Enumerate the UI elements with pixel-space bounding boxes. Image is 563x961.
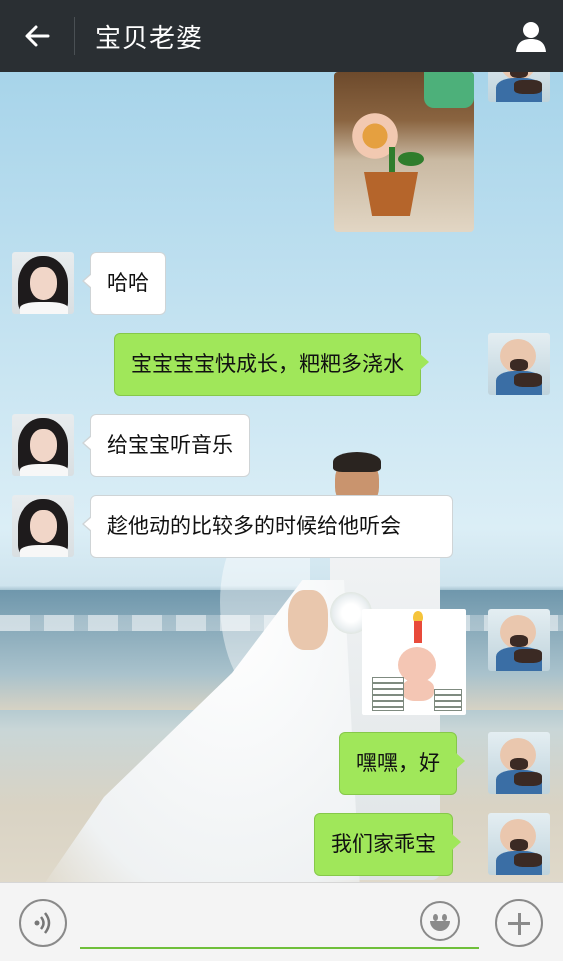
message-bubble[interactable]: 我们家乖宝 xyxy=(314,813,461,876)
message-bubble[interactable]: 趁他动的比较多的时候给他听会 xyxy=(82,495,453,558)
avatar[interactable] xyxy=(488,732,550,794)
book-stack-icon xyxy=(372,677,404,711)
message-photo[interactable] xyxy=(334,72,474,232)
chat-header: 宝贝老婆 xyxy=(0,0,563,72)
candle xyxy=(414,621,422,643)
avatar[interactable] xyxy=(488,813,550,875)
avatar[interactable] xyxy=(12,252,74,314)
person-icon xyxy=(516,22,546,52)
avatar[interactable] xyxy=(488,609,550,671)
back-button[interactable] xyxy=(0,0,74,72)
flower-head xyxy=(346,107,404,165)
avatar[interactable] xyxy=(12,495,74,557)
wallpaper-groom-hair xyxy=(333,452,381,472)
plus-button[interactable] xyxy=(495,899,543,947)
profile-button[interactable] xyxy=(499,0,563,72)
message-sticker[interactable] xyxy=(362,609,466,715)
book-stack-icon xyxy=(434,689,462,711)
header-divider xyxy=(74,17,75,55)
message-bubble[interactable]: 哈哈 xyxy=(82,252,166,315)
voice-button[interactable] xyxy=(19,899,67,947)
chat-wallpaper xyxy=(0,0,563,960)
wallpaper-bride-arm xyxy=(288,590,328,650)
avatar[interactable] xyxy=(12,414,74,476)
emoji-button[interactable] xyxy=(420,901,460,941)
watering-can xyxy=(424,72,474,108)
message-bubble[interactable]: 嘿嘿，好 xyxy=(339,732,465,795)
chat-title: 宝贝老婆 xyxy=(95,23,204,54)
message-bubble[interactable]: 宝宝宝宝快成长，粑粑多浇水 xyxy=(114,333,429,396)
message-bubble[interactable]: 给宝宝听音乐 xyxy=(82,414,250,477)
flower-pot xyxy=(364,172,418,216)
sticker-baby-body xyxy=(402,679,434,701)
avatar[interactable] xyxy=(488,333,550,395)
arrow-left-icon xyxy=(25,25,50,47)
input-bar xyxy=(0,882,563,961)
emoji-icon xyxy=(433,914,438,921)
flower-leaf xyxy=(398,152,424,166)
voice-icon xyxy=(34,912,51,934)
